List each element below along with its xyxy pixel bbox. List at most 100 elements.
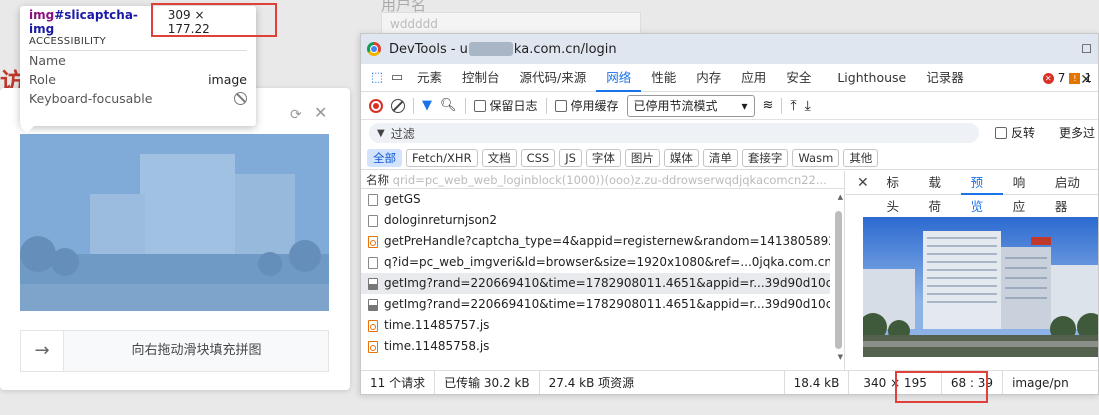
image-preview	[863, 217, 1098, 357]
throttling-select[interactable]: 已停用节流模式 ▾	[626, 94, 755, 117]
toolbar-divider	[413, 97, 414, 114]
disable-cache-checkbox[interactable]: 停用缓存	[554, 97, 619, 114]
captcha-dialog: ⟳ ✕ → 向右拖动滑块填充拼图	[0, 88, 350, 390]
script-icon	[368, 319, 378, 332]
tab-application[interactable]: 应用	[731, 64, 776, 92]
error-count: 7	[1057, 71, 1066, 85]
column-header-name[interactable]: 名称 qrid=pc_web_web_loginblock(1000))(ooo…	[361, 171, 844, 189]
inspect-element-icon[interactable]: ⬚	[367, 70, 387, 85]
tab-performance[interactable]: 性能	[641, 64, 686, 92]
table-row[interactable]: getPreHandle?captcha_type=4&appid=regist…	[361, 231, 830, 252]
tab-security[interactable]: 安全	[776, 64, 821, 92]
invert-checkbox[interactable]: 反转	[995, 124, 1035, 141]
preview-building-illustration	[863, 217, 1098, 357]
devtools-title: DevTools - u ka.com.cn/login	[389, 41, 617, 57]
image-icon	[368, 298, 378, 311]
scroll-down-icon[interactable]: ▼	[838, 353, 843, 361]
status-transferred: 已传输 30.2 kB	[435, 370, 540, 394]
captcha-slider-track[interactable]: → 向右拖动滑块填充拼图	[20, 330, 329, 372]
chip-font[interactable]: 字体	[585, 148, 621, 167]
table-row[interactable]: time.11485758.js	[361, 336, 830, 357]
export-har-icon[interactable]: ⤓	[805, 98, 811, 114]
warning-icon: !	[1069, 72, 1081, 84]
script-icon	[368, 340, 378, 353]
tab-elements[interactable]: 元素	[407, 64, 452, 92]
filter-input[interactable]: ▼ 过滤	[369, 123, 979, 143]
tab-lighthouse[interactable]: Lighthouse	[827, 64, 916, 92]
tooltip-selector: img#slicaptcha-img	[29, 8, 138, 36]
toolbar-divider	[545, 97, 547, 114]
chip-css[interactable]: CSS	[520, 148, 556, 167]
inspect-tooltip: img#slicaptcha-img 309 × 177.22 ACCESSIB…	[20, 6, 256, 126]
image-icon	[368, 277, 378, 290]
tab-initiator[interactable]: 启动器	[1045, 171, 1098, 214]
status-image-dimensions: 340 × 195	[849, 370, 942, 394]
tab-response[interactable]: 响应	[1003, 171, 1045, 214]
tooltip-section-title: ACCESSIBILITY	[29, 36, 247, 51]
chip-other[interactable]: 其他	[843, 148, 879, 167]
table-row[interactable]: time.11485757.js	[361, 315, 830, 336]
window-maximize-icon[interactable]: ☐	[1081, 42, 1092, 56]
refresh-icon[interactable]: ⟳	[290, 108, 304, 122]
chip-media[interactable]: 媒体	[663, 148, 699, 167]
devtools-window: DevTools - u ka.com.cn/login ☐ ✕ ⬚ ▭ 元素 控…	[360, 33, 1099, 395]
table-row[interactable]: q?id=pc_web_imgveri&ld=browser&size=1920…	[361, 252, 830, 273]
tab-memory[interactable]: 内存	[686, 64, 731, 92]
network-request-list: 名称 qrid=pc_web_web_loginblock(1000))(ooo…	[361, 171, 845, 371]
search-icon[interactable]: 🔍︎	[440, 98, 457, 113]
tab-headers[interactable]: 标头	[876, 171, 918, 214]
chip-fetch-xhr[interactable]: Fetch/XHR	[406, 148, 478, 167]
chip-all[interactable]: 全部	[367, 148, 402, 167]
more-filters-button[interactable]: 更多过	[1059, 124, 1095, 141]
chip-wasm[interactable]: Wasm	[792, 148, 840, 167]
table-row[interactable]: dologinreturnjson2	[361, 210, 830, 231]
close-icon[interactable]: ✕	[314, 105, 328, 121]
network-conditions-icon[interactable]: ≋	[763, 98, 774, 113]
table-row[interactable]: getImg?rand=220669410&time=1782908011.46…	[361, 294, 830, 315]
redacted-blur	[468, 42, 513, 56]
device-toolbar-icon[interactable]: ▭	[387, 70, 407, 85]
chrome-logo-icon	[367, 42, 381, 56]
tab-payload[interactable]: 载荷	[919, 171, 961, 214]
tab-console[interactable]: 控制台	[452, 64, 510, 92]
preserve-log-checkbox[interactable]: 保留日志	[473, 97, 538, 114]
captcha-slider-text: 向右拖动滑块填充拼图	[131, 343, 262, 358]
tab-recorder[interactable]: 记录器	[916, 64, 974, 92]
tab-preview[interactable]: 预览	[960, 171, 1003, 214]
close-detail-icon[interactable]: ✕	[857, 175, 876, 191]
record-icon[interactable]	[369, 98, 383, 113]
status-bar: 11 个请求 已传输 30.2 kB 27.4 kB 项资源 18.4 kB 3…	[361, 370, 1098, 394]
chip-doc[interactable]: 文档	[481, 148, 517, 167]
chip-js[interactable]: JS	[559, 148, 582, 167]
status-image-size: 18.4 kB	[785, 370, 850, 394]
tab-sources[interactable]: 源代码/来源	[510, 64, 597, 92]
toolbar-divider	[464, 97, 466, 114]
filter-placeholder: 过滤	[390, 126, 415, 141]
console-badges[interactable]: ✕ 7 ! 1	[1042, 64, 1092, 92]
status-request-count: 11 个请求	[361, 370, 436, 394]
chip-socket[interactable]: 套接字	[741, 148, 789, 167]
scrollbar-thumb[interactable]	[835, 211, 842, 349]
chip-manifest[interactable]: 清单	[702, 148, 738, 167]
scroll-up-icon[interactable]: ▲	[838, 193, 843, 201]
filter-funnel-icon[interactable]: ▼	[422, 98, 432, 113]
resource-type-chips: 全部 Fetch/XHR 文档 CSS JS 字体 图片 媒体 清单 套接字 W…	[361, 146, 1098, 170]
clear-icon[interactable]	[391, 98, 405, 113]
script-icon	[368, 235, 378, 248]
detail-tabs: ✕ 标头 载荷 预览 响应 启动器	[845, 171, 1098, 214]
document-icon	[368, 256, 378, 269]
chip-img[interactable]: 图片	[624, 148, 660, 167]
error-icon: ✕	[1042, 72, 1054, 84]
filter-row: ▼ 过滤 反转 更多过	[361, 120, 1098, 146]
document-icon	[368, 214, 378, 227]
devtools-titlebar: DevTools - u ka.com.cn/login ☐	[361, 34, 1098, 64]
not-allowed-icon	[234, 92, 247, 105]
tooltip-row-keyboard: Keyboard-focusable	[29, 89, 247, 108]
request-detail-pane: ✕ 标头 载荷 预览 响应 启动器	[845, 171, 1098, 371]
status-mime-type: image/pn	[1012, 375, 1069, 390]
import-har-icon[interactable]: ⤒	[790, 98, 796, 114]
table-row[interactable]: getGS	[361, 189, 830, 210]
captcha-slider-handle[interactable]: →	[20, 330, 64, 372]
tab-network[interactable]: 网络	[596, 64, 642, 92]
table-row-selected[interactable]: getImg?rand=220669410&time=1782908011.46…	[361, 273, 830, 294]
